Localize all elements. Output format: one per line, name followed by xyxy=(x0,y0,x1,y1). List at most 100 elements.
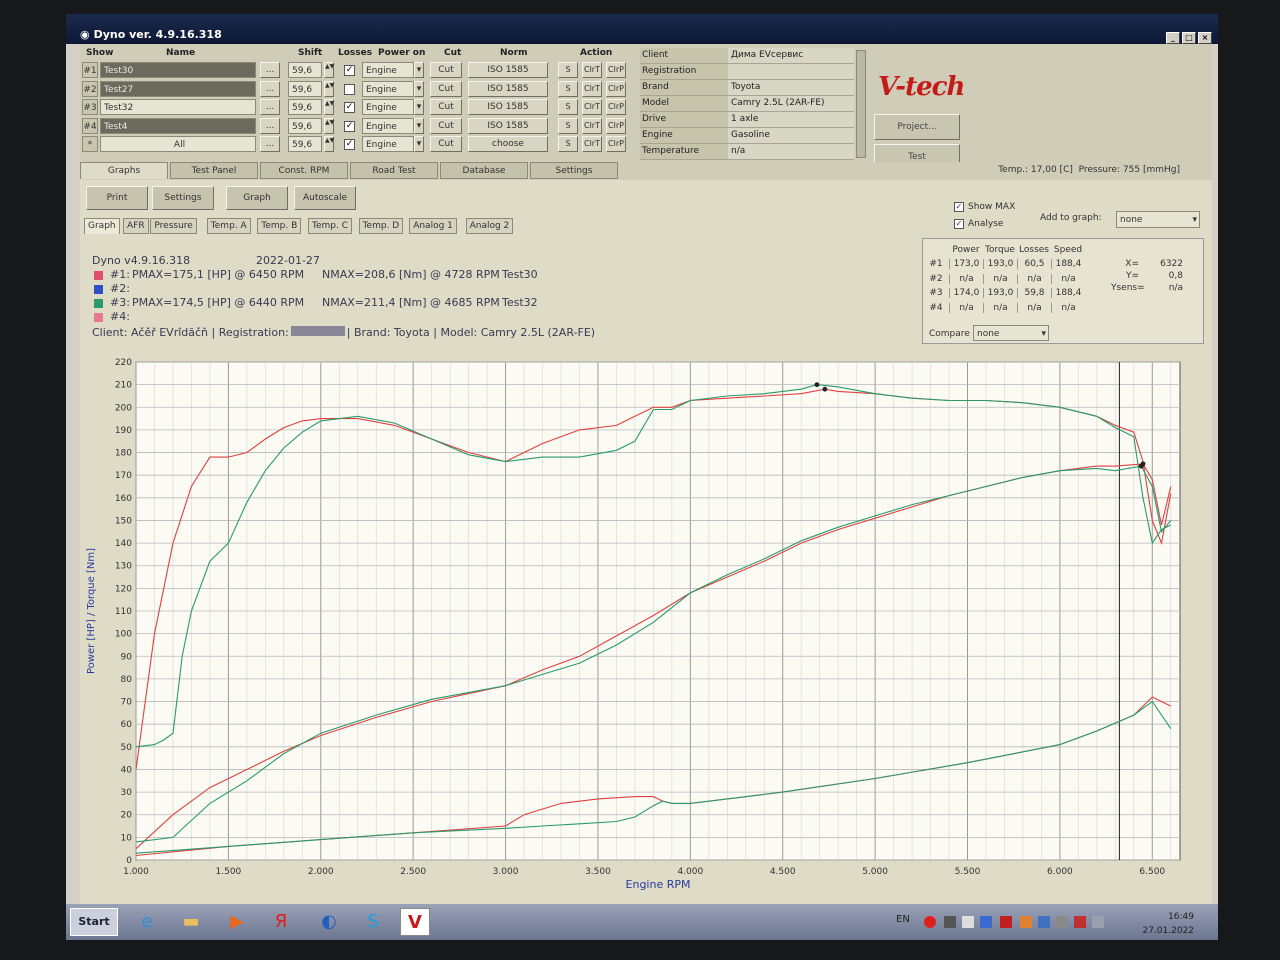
show-max-option[interactable]: ✓ Show MAX xyxy=(954,202,1015,212)
cut-button[interactable]: Cut xyxy=(430,80,462,97)
tab-graphs[interactable]: Graphs xyxy=(80,162,168,179)
norm-select[interactable]: ISO 1585 xyxy=(468,62,548,78)
shift-value[interactable]: 59,6 xyxy=(288,117,322,134)
info-scrollbar[interactable] xyxy=(856,50,866,158)
run-number[interactable]: #3 xyxy=(82,99,98,115)
tab-const-rpm[interactable]: Const. RPM xyxy=(260,162,348,179)
info-value[interactable]: Gasoline xyxy=(728,128,854,143)
run-name[interactable]: All xyxy=(100,136,256,152)
run-name[interactable]: Test4 xyxy=(100,117,256,134)
run-number[interactable]: * xyxy=(82,136,98,152)
power-on-select[interactable]: Engine xyxy=(362,62,414,78)
tab-test-panel[interactable]: Test Panel xyxy=(170,162,258,179)
cut-button[interactable]: Cut xyxy=(430,62,462,78)
action-clrp-button[interactable]: ClrP xyxy=(606,80,626,97)
vtech-dyno-icon[interactable]: V xyxy=(400,908,430,936)
subtab-analog-1[interactable]: Analog 1 xyxy=(409,218,457,234)
project-button[interactable]: Project... xyxy=(874,114,960,140)
power-on-select[interactable]: Engine xyxy=(362,80,414,97)
power-on-select[interactable]: Engine xyxy=(362,117,414,134)
tab-road-test[interactable]: Road Test xyxy=(350,162,438,179)
browse-run-button[interactable]: ... xyxy=(260,136,280,152)
shift-spinner[interactable]: ▲▼ xyxy=(324,62,334,78)
shift-value[interactable]: 59,6 xyxy=(288,80,322,97)
power-on-select[interactable]: Engine xyxy=(362,136,414,152)
chevron-down-icon[interactable]: ▾ xyxy=(414,136,424,152)
close-button[interactable]: × xyxy=(1198,32,1212,44)
run-number[interactable]: #1 xyxy=(82,62,98,78)
analyse-checkbox[interactable]: ✓ xyxy=(954,219,964,229)
cut-button[interactable]: Cut xyxy=(430,117,462,134)
info-value[interactable]: Camry 2.5L (2AR-FE) xyxy=(728,96,854,111)
maximize-button[interactable]: □ xyxy=(1182,32,1196,44)
media-player-icon[interactable]: ▶ xyxy=(222,908,252,936)
run-number[interactable]: #4 xyxy=(82,117,98,134)
browse-run-button[interactable]: ... xyxy=(260,80,280,97)
run-name[interactable]: Test27 xyxy=(100,80,256,97)
show-max-checkbox[interactable]: ✓ xyxy=(954,202,964,212)
action-clrp-button[interactable]: ClrP xyxy=(606,99,626,115)
info-value[interactable]: n/a xyxy=(728,144,854,159)
subtab-temp-c[interactable]: Temp. C xyxy=(308,218,352,234)
chevron-down-icon[interactable]: ▾ xyxy=(414,62,424,78)
browse-run-button[interactable]: ... xyxy=(260,62,280,78)
action-s-button[interactable]: S xyxy=(558,99,578,115)
action-clrt-button[interactable]: ClrT xyxy=(582,99,602,115)
shift-spinner[interactable]: ▲▼ xyxy=(324,99,334,115)
graph-button[interactable]: Graph xyxy=(226,186,288,210)
device-icon[interactable] xyxy=(962,916,974,928)
subtab-graph[interactable]: Graph xyxy=(84,218,120,234)
tab-settings[interactable]: Settings xyxy=(530,162,618,179)
subtab-afr[interactable]: AFR xyxy=(123,218,149,234)
action-clrp-button[interactable]: ClrP xyxy=(606,62,626,78)
antivirus-icon[interactable] xyxy=(1000,916,1012,928)
language-indicator[interactable]: EN xyxy=(896,914,910,925)
subtab-pressure[interactable]: Pressure xyxy=(150,218,197,234)
subtab-analog-2[interactable]: Analog 2 xyxy=(465,218,514,234)
browse-run-button[interactable]: ... xyxy=(260,117,280,134)
norm-select[interactable]: ISO 1585 xyxy=(468,99,548,115)
add-to-graph-select[interactable]: none ▾ xyxy=(1116,211,1200,228)
folder-icon[interactable]: ▬ xyxy=(176,908,206,936)
compare-select[interactable]: none ▾ xyxy=(973,325,1049,341)
info-value[interactable]: 1 axle xyxy=(728,112,854,127)
cut-button[interactable]: Cut xyxy=(430,136,462,152)
yandex-browser-icon[interactable]: Я xyxy=(266,908,296,936)
info-value[interactable]: Toyota xyxy=(728,80,854,95)
run-number[interactable]: #2 xyxy=(82,80,98,97)
action-s-button[interactable]: S xyxy=(558,117,578,134)
shift-spinner[interactable]: ▲▼ xyxy=(324,80,334,97)
losses-checkbox[interactable]: ✓ xyxy=(344,139,355,150)
action-clrt-button[interactable]: ClrT xyxy=(582,136,602,152)
shift-value[interactable]: 59,6 xyxy=(288,62,322,78)
losses-checkbox[interactable]: ✓ xyxy=(344,65,355,76)
analyse-option[interactable]: ✓ Analyse xyxy=(954,219,1003,229)
chevron-down-icon[interactable]: ▾ xyxy=(414,99,424,115)
alert-icon[interactable] xyxy=(924,916,936,928)
losses-checkbox[interactable]: ✓ xyxy=(344,102,355,113)
sync-icon[interactable] xyxy=(1038,916,1050,928)
action-s-button[interactable]: S xyxy=(558,136,578,152)
action-s-button[interactable]: S xyxy=(558,80,578,97)
dyno-chart[interactable]: 0 10 20 30 40 50 60 70 80 90 100 110 120 130 140 150 160… xyxy=(80,342,1212,904)
minimize-button[interactable]: _ xyxy=(1166,32,1180,44)
ie-browser-icon[interactable]: e xyxy=(132,908,162,936)
flag-icon[interactable] xyxy=(1074,916,1086,928)
info-value[interactable]: Дима EVсервис xyxy=(728,48,854,63)
tab-database[interactable]: Database xyxy=(440,162,528,179)
run-name[interactable]: Test30 xyxy=(100,62,256,78)
start-button[interactable]: Start xyxy=(70,908,118,936)
losses-checkbox[interactable] xyxy=(344,83,355,95)
speaker-app-icon[interactable]: ◐ xyxy=(314,908,344,936)
shift-spinner[interactable]: ▲▼ xyxy=(324,117,334,134)
action-s-button[interactable]: S xyxy=(558,62,578,78)
network-icon[interactable] xyxy=(944,916,956,928)
settings-button[interactable]: Settings xyxy=(152,186,214,210)
run-name[interactable]: Test32 xyxy=(100,99,256,115)
info-value[interactable] xyxy=(728,64,854,79)
subtab-temp-b[interactable]: Temp. B xyxy=(257,218,302,234)
shift-value[interactable]: 59,6 xyxy=(288,99,322,115)
action-clrt-button[interactable]: ClrT xyxy=(582,62,602,78)
shield-icon[interactable] xyxy=(980,916,992,928)
power-on-select[interactable]: Engine xyxy=(362,99,414,115)
